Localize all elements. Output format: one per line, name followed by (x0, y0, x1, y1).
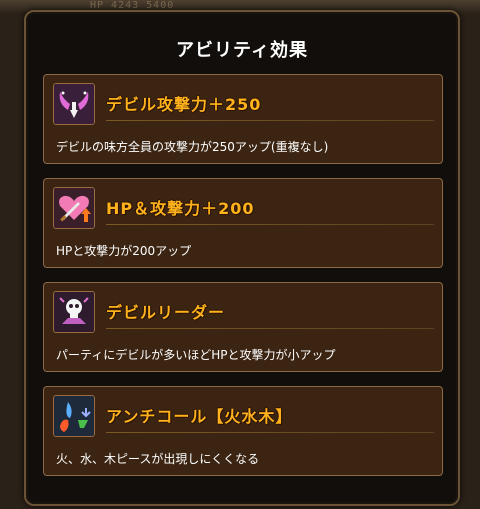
anti-combo-elements-icon (53, 395, 95, 437)
ability-description: パーティにデビルが多いほどHPと攻撃力が小アップ (56, 348, 336, 362)
devil-wings-attack-icon (53, 83, 95, 125)
ability-card[interactable]: アンチコール【火水木】 火、水、木ピースが出現しにくくなる (43, 386, 443, 476)
ability-card[interactable]: HP＆攻撃力＋200 HPと攻撃力が200アップ (43, 178, 443, 268)
ability-description: HPと攻撃力が200アップ (56, 244, 192, 258)
ability-card[interactable]: デビル攻撃力＋250 デビルの味方全員の攻撃力が250アップ(重複なし) (43, 74, 443, 164)
heart-sword-icon (53, 187, 95, 229)
divider (106, 328, 434, 329)
skull-leader-icon (53, 291, 95, 333)
dialog-title: アビリティ効果 (176, 40, 308, 61)
ability-title: アンチコール【火水木】 (106, 407, 293, 426)
ability-title: HP＆攻撃力＋200 (106, 199, 255, 218)
ability-card[interactable]: デビルリーダー パーティにデビルが多いほどHPと攻撃力が小アップ (43, 282, 443, 372)
ability-title: デビルリーダー (106, 303, 226, 322)
ability-description: 火、水、木ピースが出現しにくくなる (56, 452, 260, 466)
divider (106, 224, 434, 225)
ability-description: デビルの味方全員の攻撃力が250アップ(重複なし) (56, 140, 329, 154)
ability-title: デビル攻撃力＋250 (106, 95, 262, 114)
divider (106, 432, 434, 433)
ability-dialog: アビリティ効果 デビル攻撃力＋250 デビルの味方全員の攻撃力が250アップ(重… (24, 10, 460, 506)
divider (106, 120, 434, 121)
